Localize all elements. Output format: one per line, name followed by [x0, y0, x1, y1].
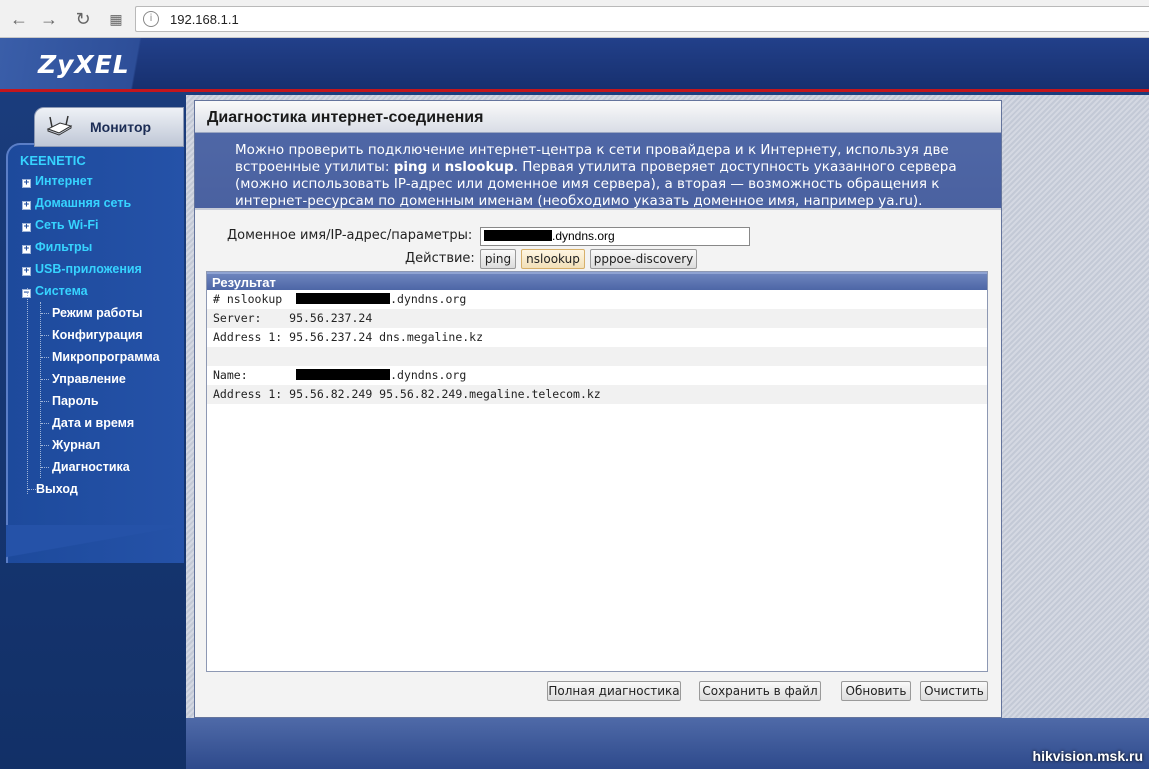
result-box[interactable]: Результат # nslookup .dyndns.org Server:… [206, 271, 988, 672]
redacted-text [296, 369, 391, 380]
router-icon [46, 115, 73, 136]
sidebar-item-wifi[interactable]: + Сеть Wi-Fi [22, 214, 99, 236]
sidebar-subitem-password[interactable]: Пароль [52, 390, 99, 412]
result-row: # nslookup .dyndns.org [207, 290, 987, 309]
tree-branch [41, 313, 49, 314]
sidebar: Монитор KEENETIC + Интернет + Домашняя сет… [0, 95, 186, 769]
sidebar-item-usb[interactable]: + USB-приложения [22, 258, 142, 280]
result-text: Name: [213, 368, 297, 382]
host-label: Доменное имя/IP-адрес/параметры: [227, 228, 473, 243]
tab-monitor-label: Монитор [90, 119, 152, 135]
sidebar-item-label: Интернет [35, 174, 93, 188]
tree-branch [41, 379, 49, 380]
forward-arrow-icon[interactable]: → [38, 8, 60, 30]
tree-branch [28, 489, 36, 490]
page-title: Диагностика интернет-соединения [207, 109, 484, 126]
watermark: hikvision.msk.ru [1032, 748, 1143, 764]
sidebar-item-filters[interactable]: + Фильтры [22, 236, 92, 258]
url-text: 192.168.1.1 [170, 12, 239, 27]
tree-branch [41, 467, 49, 468]
back-arrow-icon[interactable]: ← [8, 8, 30, 30]
host-input[interactable]: .dyndns.org [480, 227, 750, 246]
content-footer-band [186, 718, 1149, 769]
sidebar-item-label: Сеть Wi-Fi [35, 218, 99, 232]
clear-button[interactable]: Очистить [920, 681, 988, 701]
reload-icon[interactable]: ↻ [72, 8, 94, 30]
sidebar-panel-tail [6, 525, 184, 573]
expand-icon[interactable]: + [22, 245, 31, 254]
panel-header: Диагностика интернет-соединения [195, 101, 1001, 133]
result-row: Address 1: 95.56.237.24 dns.megaline.kz [213, 330, 484, 344]
nslookup-button[interactable]: nslookup [521, 249, 585, 269]
diagnostics-panel: Диагностика интернет-соединения Можно пр… [194, 100, 1002, 718]
sidebar-subitem-mode[interactable]: Режим работы [52, 302, 143, 324]
sidebar-item-label: Домашняя сеть [35, 196, 132, 210]
save-to-file-button[interactable]: Сохранить в файл [699, 681, 821, 701]
app-header: ZyXEL [0, 38, 1149, 92]
expand-icon[interactable]: + [22, 201, 31, 210]
browser-toolbar: ← → ↻ ▦ i 192.168.1.1 [0, 0, 1149, 38]
description-part: и [427, 159, 445, 175]
sidebar-subitem-config[interactable]: Конфигурация [52, 324, 143, 346]
refresh-button[interactable]: Обновить [841, 681, 911, 701]
result-row: Address 1: 95.56.82.249 95.56.82.249.meg… [207, 385, 987, 404]
tab-monitor[interactable]: Монитор [34, 107, 184, 147]
apps-grid-icon[interactable]: ▦ [105, 8, 127, 30]
redacted-text [296, 293, 391, 304]
result-row [207, 347, 987, 366]
expand-icon[interactable]: + [22, 267, 31, 276]
sidebar-item-label: Фильтры [35, 240, 93, 254]
expand-icon[interactable]: + [22, 223, 31, 232]
tree-branch [41, 401, 49, 402]
sidebar-item-label: Система [35, 284, 88, 298]
tree-branch [41, 335, 49, 336]
page-info-icon[interactable]: i [143, 11, 159, 27]
action-label: Действие: [405, 251, 475, 266]
result-text: .dyndns.org [390, 292, 467, 306]
address-bar[interactable]: i 192.168.1.1 [135, 6, 1149, 32]
description-nslookup: nslookup [444, 159, 514, 175]
brand-keenetic: KEENETIC [20, 153, 86, 168]
zyxel-logo: ZyXEL [38, 50, 130, 79]
result-text: # nslookup [213, 292, 297, 306]
full-diagnostics-button[interactable]: Полная диагностика [547, 681, 681, 701]
sidebar-item-internet[interactable]: + Интернет [22, 170, 93, 192]
tree-branch [41, 445, 49, 446]
host-input-value: .dyndns.org [552, 229, 615, 243]
result-row: Server: 95.56.237.24 [207, 309, 987, 328]
result-row: Name: .dyndns.org [207, 366, 987, 385]
sidebar-subitem-datetime[interactable]: Дата и время [52, 412, 134, 434]
tree-branch [41, 357, 49, 358]
sidebar-item-exit[interactable]: Выход [36, 478, 78, 500]
tree-connector [27, 288, 28, 494]
ping-button[interactable]: ping [480, 249, 516, 269]
sidebar-subitem-diagnostics[interactable]: Диагностика [52, 456, 130, 478]
pppoe-discovery-button[interactable]: pppoe-discovery [590, 249, 697, 269]
sidebar-subitem-firmware[interactable]: Микропрограмма [52, 346, 160, 368]
result-text: .dyndns.org [390, 368, 467, 382]
sidebar-subitem-management[interactable]: Управление [52, 368, 126, 390]
redacted-text [484, 230, 552, 241]
sidebar-item-label: USB-приложения [35, 262, 142, 276]
tree-branch [41, 423, 49, 424]
result-title: Результат [207, 272, 987, 290]
sidebar-item-system[interactable]: − Система [22, 280, 88, 302]
description-text: Можно проверить подключение интернет-цен… [195, 133, 1001, 210]
sidebar-subitem-log[interactable]: Журнал [52, 434, 100, 456]
description-ping: ping [393, 159, 428, 175]
sidebar-item-home-network[interactable]: + Домашняя сеть [22, 192, 131, 214]
tree-connector [40, 302, 41, 478]
expand-icon[interactable]: + [22, 179, 31, 188]
